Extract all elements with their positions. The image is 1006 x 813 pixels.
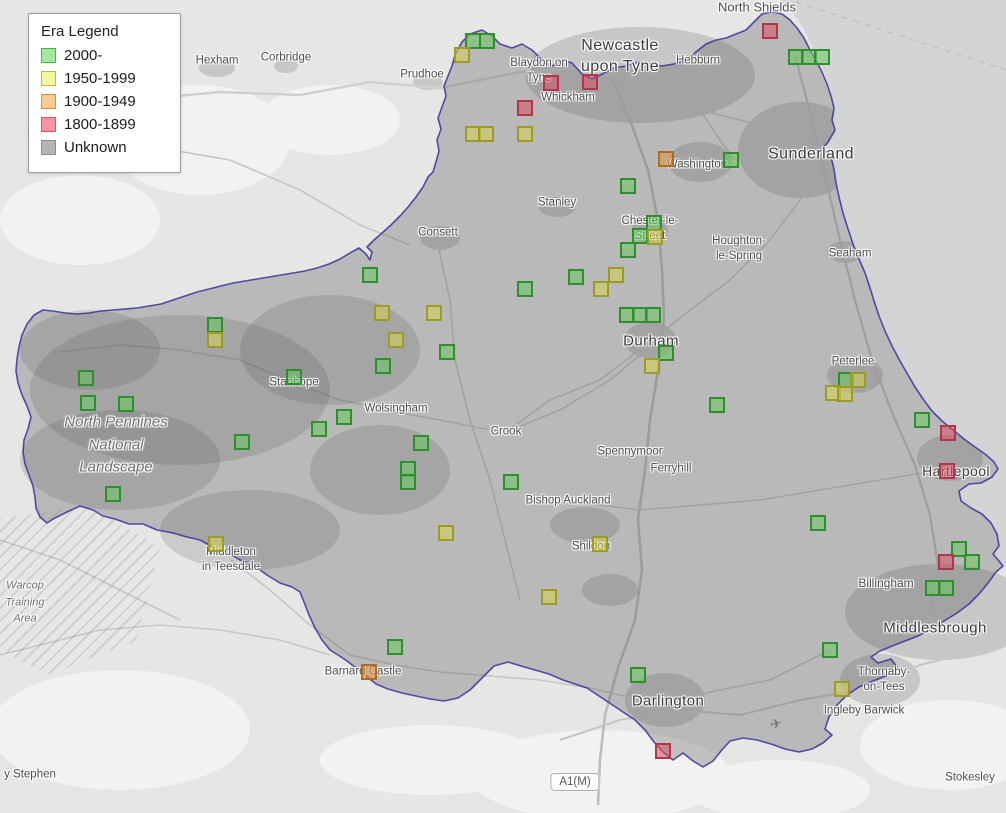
- era-legend: Era Legend 2000- 1950-1999 1900-1949 180…: [28, 13, 181, 173]
- era-marker-1950-1999[interactable]: [207, 332, 223, 348]
- legend-swatch-unknown: [41, 140, 56, 155]
- era-marker-2000-[interactable]: [658, 345, 674, 361]
- legend-label-1900-1949: 1900-1949: [64, 93, 136, 110]
- era-marker-1950-1999[interactable]: [647, 229, 663, 245]
- era-marker-2000-[interactable]: [400, 474, 416, 490]
- era-marker-2000-[interactable]: [938, 580, 954, 596]
- era-marker-2000-[interactable]: [336, 409, 352, 425]
- era-marker-2000-[interactable]: [207, 317, 223, 333]
- era-marker-1800-1899[interactable]: [939, 463, 955, 479]
- era-marker-2000-[interactable]: [118, 396, 134, 412]
- era-marker-1800-1899[interactable]: [543, 75, 559, 91]
- era-marker-2000-[interactable]: [914, 412, 930, 428]
- legend-item-2000s: 2000-: [41, 47, 168, 64]
- era-marker-2000-[interactable]: [645, 307, 661, 323]
- era-marker-2000-[interactable]: [723, 152, 739, 168]
- map-canvas[interactable]: Hexham Corbridge Prudhoe Newcastle upon Tyn…: [0, 0, 1006, 813]
- legend-swatch-1900-1949: [41, 94, 56, 109]
- era-marker-1900-1949[interactable]: [361, 664, 377, 680]
- era-marker-1950-1999[interactable]: [438, 525, 454, 541]
- era-marker-1950-1999[interactable]: [608, 267, 624, 283]
- era-marker-1800-1899[interactable]: [655, 743, 671, 759]
- era-marker-2000-[interactable]: [517, 281, 533, 297]
- era-marker-1950-1999[interactable]: [837, 386, 853, 402]
- era-marker-1950-1999[interactable]: [374, 305, 390, 321]
- era-marker-2000-[interactable]: [620, 178, 636, 194]
- era-marker-1950-1999[interactable]: [593, 281, 609, 297]
- era-marker-2000-[interactable]: [375, 358, 391, 374]
- era-marker-1950-1999[interactable]: [541, 589, 557, 605]
- era-marker-1950-1999[interactable]: [454, 47, 470, 63]
- legend-item-1800-1899: 1800-1899: [41, 116, 168, 133]
- era-marker-2000-[interactable]: [822, 642, 838, 658]
- era-marker-1800-1899[interactable]: [940, 425, 956, 441]
- era-marker-2000-[interactable]: [810, 515, 826, 531]
- era-marker-2000-[interactable]: [387, 639, 403, 655]
- era-marker-1950-1999[interactable]: [388, 332, 404, 348]
- legend-item-1900-1949: 1900-1949: [41, 93, 168, 110]
- era-marker-1950-1999[interactable]: [834, 681, 850, 697]
- legend-item-unknown: Unknown: [41, 139, 168, 156]
- era-marker-2000-[interactable]: [568, 269, 584, 285]
- era-marker-2000-[interactable]: [362, 267, 378, 283]
- era-marker-1950-1999[interactable]: [478, 126, 494, 142]
- era-marker-2000-[interactable]: [630, 667, 646, 683]
- era-marker-2000-[interactable]: [814, 49, 830, 65]
- road-badge-a1m: A1(M): [550, 773, 600, 791]
- era-marker-1950-1999[interactable]: [208, 536, 224, 552]
- era-marker-2000-[interactable]: [311, 421, 327, 437]
- era-marker-2000-[interactable]: [709, 397, 725, 413]
- legend-swatch-1950-1999: [41, 71, 56, 86]
- legend-swatch-2000s: [41, 48, 56, 63]
- era-marker-1900-1949[interactable]: [658, 151, 674, 167]
- era-marker-2000-[interactable]: [413, 435, 429, 451]
- legend-label-1950-1999: 1950-1999: [64, 70, 136, 87]
- era-marker-1950-1999[interactable]: [426, 305, 442, 321]
- era-marker-2000-[interactable]: [479, 33, 495, 49]
- era-marker-2000-[interactable]: [964, 554, 980, 570]
- legend-label-1800-1899: 1800-1899: [64, 116, 136, 133]
- era-marker-1950-1999[interactable]: [517, 126, 533, 142]
- era-marker-2000-[interactable]: [439, 344, 455, 360]
- era-marker-1800-1899[interactable]: [938, 554, 954, 570]
- era-marker-2000-[interactable]: [503, 474, 519, 490]
- era-marker-1950-1999[interactable]: [592, 536, 608, 552]
- era-marker-2000-[interactable]: [286, 369, 302, 385]
- era-marker-2000-[interactable]: [620, 242, 636, 258]
- legend-label-2000s: 2000-: [64, 47, 103, 64]
- legend-title: Era Legend: [41, 23, 119, 40]
- era-marker-1800-1899[interactable]: [582, 74, 598, 90]
- era-marker-1800-1899[interactable]: [762, 23, 778, 39]
- era-marker-1950-1999[interactable]: [644, 358, 660, 374]
- era-marker-2000-[interactable]: [78, 370, 94, 386]
- legend-swatch-1800-1899: [41, 117, 56, 132]
- legend-label-unknown: Unknown: [64, 139, 127, 156]
- era-marker-2000-[interactable]: [105, 486, 121, 502]
- legend-item-1950-1999: 1950-1999: [41, 70, 168, 87]
- era-marker-2000-[interactable]: [234, 434, 250, 450]
- era-marker-2000-[interactable]: [80, 395, 96, 411]
- era-marker-1800-1899[interactable]: [517, 100, 533, 116]
